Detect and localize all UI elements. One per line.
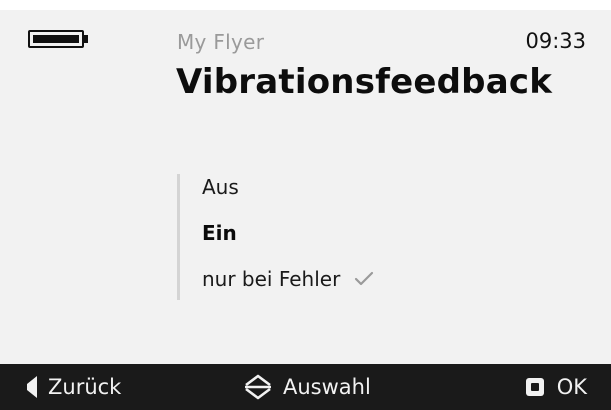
select-button[interactable]: Auswahl (243, 364, 371, 410)
page-title: Vibrationsfeedback (176, 62, 553, 102)
battery-fill (33, 35, 79, 43)
square-button-icon (525, 378, 544, 396)
ok-button[interactable]: OK (525, 364, 587, 410)
option-label: Ein (202, 221, 237, 245)
back-button[interactable]: Zurück (26, 364, 121, 410)
select-label: Auswahl (283, 375, 371, 399)
back-arrow-icon (27, 376, 37, 398)
options-divider (177, 174, 180, 300)
up-down-icon (245, 374, 271, 400)
clock: 09:33 (525, 29, 586, 53)
app-name: My Flyer (177, 30, 265, 54)
option-aus[interactable]: Aus (202, 172, 239, 202)
top-edge (0, 0, 611, 10)
bottom-bar: Zurück Auswahl OK (0, 364, 611, 410)
battery-body (28, 30, 84, 48)
battery-icon (28, 30, 88, 48)
check-icon (355, 271, 374, 286)
device-screen: My Flyer 09:33 Vibrationsfeedback Aus Ei… (0, 0, 611, 410)
back-label: Zurück (48, 375, 122, 399)
option-nur-bei-fehler[interactable]: nur bei Fehler (202, 264, 374, 294)
battery-tip (84, 35, 88, 43)
option-label: Aus (202, 175, 239, 199)
option-ein[interactable]: Ein (202, 218, 237, 248)
ok-label: OK (556, 375, 587, 399)
option-label: nur bei Fehler (202, 267, 341, 291)
